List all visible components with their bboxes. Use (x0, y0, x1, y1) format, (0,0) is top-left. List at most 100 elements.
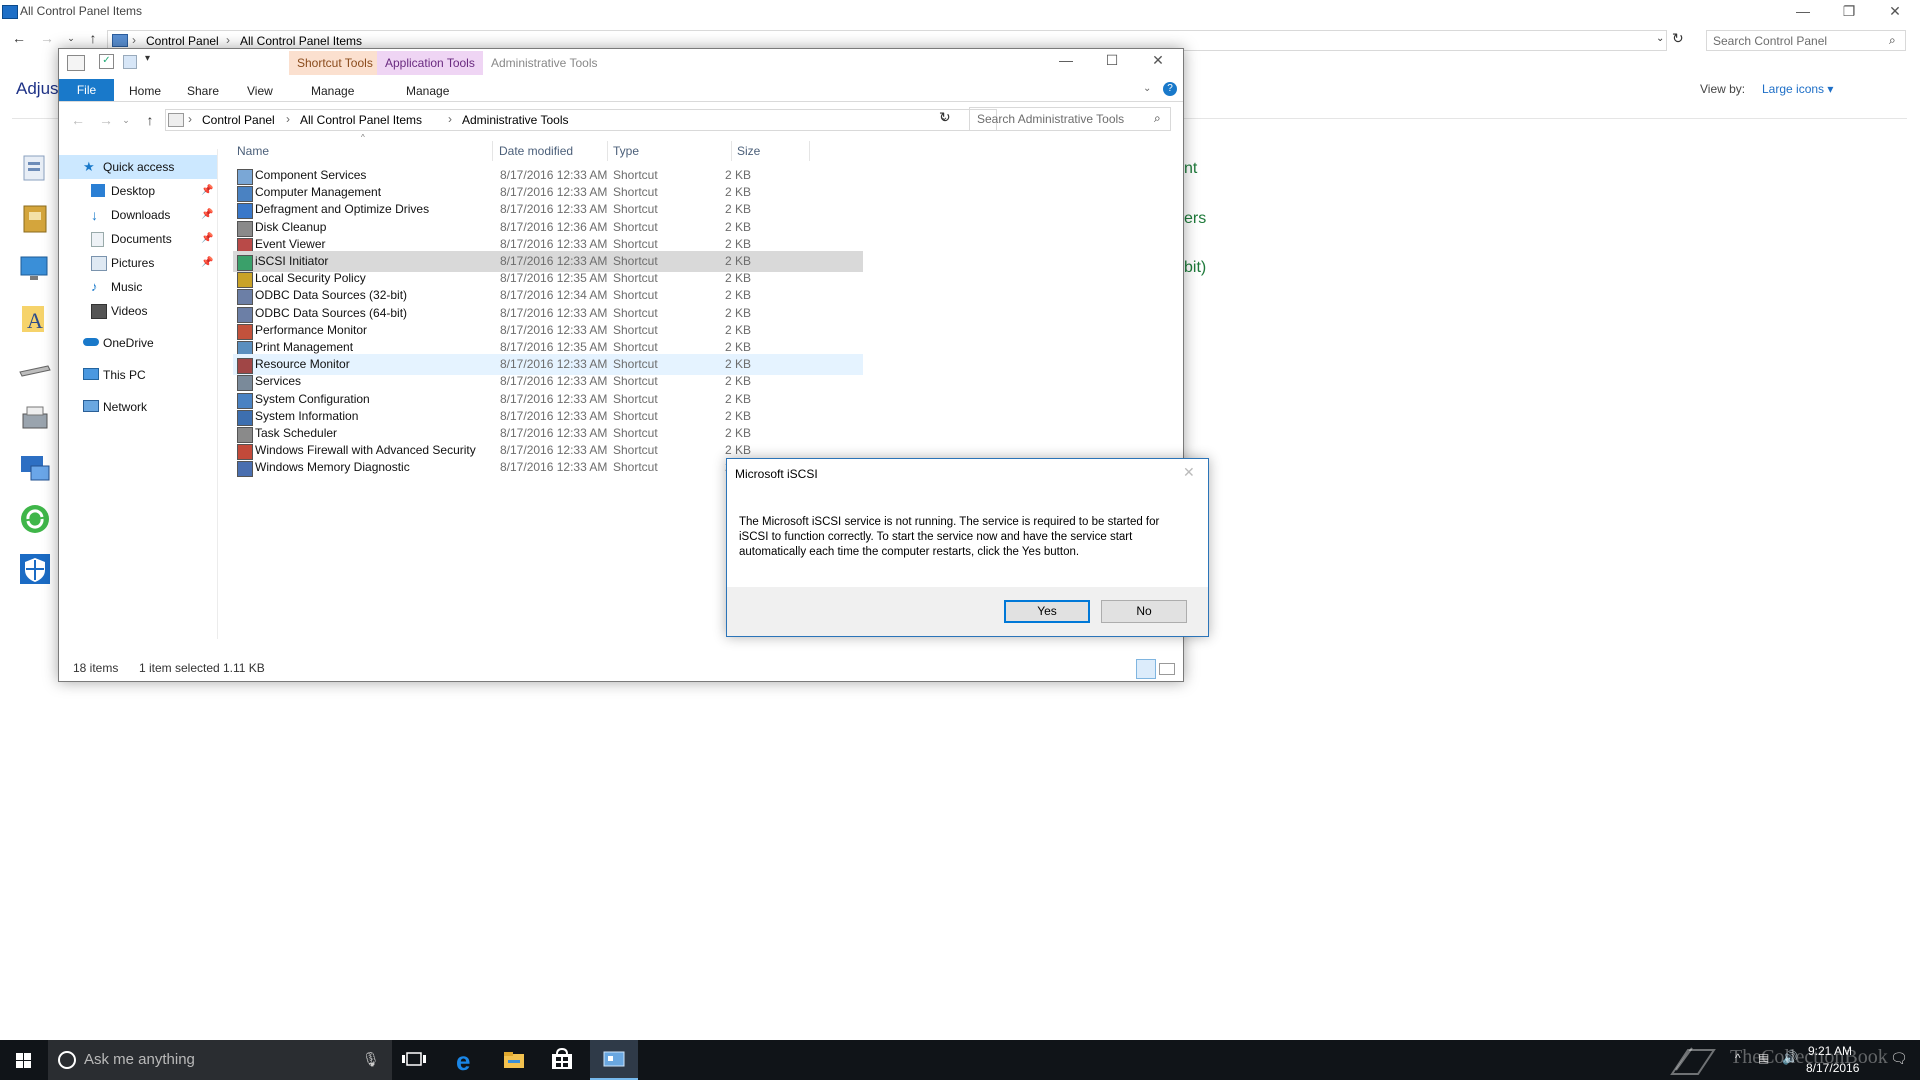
desktop-icon (91, 184, 105, 197)
context-tab-shortcut-tools: Shortcut Tools (289, 51, 381, 75)
back-arrow-icon[interactable]: ← (69, 111, 87, 129)
download-arrow-icon: ↓ (91, 207, 98, 223)
expand-ribbon-icon[interactable]: ⌄ (1143, 83, 1151, 94)
search-icon[interactable]: ⌕ (1889, 33, 1896, 48)
remoteapp-cp-icon[interactable] (18, 452, 52, 486)
maximize-icon[interactable]: ☐ (1089, 49, 1135, 73)
pin-icon[interactable]: 📌 (201, 227, 213, 251)
action-center-icon[interactable]: 🗨 (1890, 1050, 1908, 1067)
selection-count: 1 item selected (139, 661, 220, 675)
file-name: Windows Memory Diagnostic (255, 460, 410, 475)
close-icon[interactable]: ✕ (1135, 49, 1181, 73)
keyboard-cp-icon[interactable] (18, 352, 52, 386)
breadcrumb-control-panel[interactable]: Control Panel (202, 113, 275, 127)
quick-access-toolbar-dropdown-icon[interactable]: ▾ (145, 53, 150, 64)
breadcrumb-administrative-tools[interactable]: Administrative Tools (462, 113, 569, 127)
column-header-size[interactable]: Size (737, 141, 760, 161)
address-dropdown-icon[interactable]: ⌄ (1656, 33, 1664, 44)
pictures-icon (91, 256, 107, 271)
pin-icon[interactable]: 📌 (201, 251, 213, 275)
control-panel-icon (2, 5, 18, 19)
tab-view[interactable]: View (247, 81, 273, 101)
cp-item-fragment[interactable]: bit) (1184, 259, 1206, 277)
tab-share[interactable]: Share (187, 81, 219, 101)
large-icons-view-icon[interactable] (1159, 663, 1175, 675)
recent-dropdown-icon[interactable]: ⌄ (117, 111, 135, 129)
restore-icon[interactable]: ❐ (1826, 0, 1872, 24)
edge-browser-icon[interactable]: e (442, 1040, 490, 1080)
explorer-address-bar[interactable]: › Control Panel › All Control Panel Item… (165, 109, 997, 131)
search-icon[interactable]: ⌕ (1154, 111, 1161, 126)
close-icon[interactable]: ✕ (1872, 0, 1918, 24)
breadcrumb-all-items[interactable]: All Control Panel Items (300, 113, 422, 127)
column-header-type[interactable]: Type (613, 141, 639, 161)
iscsi-dialog: Microsoft iSCSI ✕ The Microsoft iSCSI se… (726, 458, 1209, 637)
tab-manage-application[interactable]: Manage (406, 81, 449, 101)
no-button[interactable]: No (1101, 600, 1187, 623)
breadcrumb-control-panel[interactable]: Control Panel (146, 34, 219, 48)
document-icon (91, 232, 104, 247)
windows-logo-icon (16, 1053, 31, 1068)
watermark: TheCollectionBook (1730, 1046, 1888, 1068)
recent-dropdown-icon[interactable]: ⌄ (62, 29, 80, 47)
view-by-label: View by: (1700, 82, 1746, 96)
column-header-date-modified[interactable]: Date modified (499, 141, 573, 161)
security-cp-icon[interactable] (18, 552, 52, 586)
properties-check-icon[interactable]: ✓ (99, 54, 114, 69)
backup-cp-icon[interactable] (18, 202, 52, 236)
up-arrow-icon[interactable]: ↑ (84, 29, 102, 47)
minimize-icon[interactable]: — (1780, 0, 1826, 24)
yes-button[interactable]: Yes (1004, 600, 1090, 623)
item-count: 18 items (73, 661, 119, 675)
pin-icon[interactable]: 📌 (201, 203, 213, 227)
task-view-icon[interactable] (392, 1040, 440, 1080)
close-icon[interactable]: ✕ (1183, 464, 1195, 481)
refresh-icon[interactable]: ↻ (1672, 30, 1684, 47)
cortana-search-box[interactable]: Ask me anything 🎙 (48, 1040, 392, 1080)
control-panel-taskbar-icon[interactable] (590, 1040, 638, 1080)
sort-up-icon: ^ (361, 133, 365, 142)
new-folder-icon[interactable] (123, 55, 137, 69)
fonts-cp-icon[interactable]: A (18, 302, 52, 336)
start-button[interactable] (0, 1040, 48, 1080)
details-view-icon[interactable] (1136, 659, 1156, 679)
taskbar: Ask me anything 🎙 e ^ ▤ 🔊 9:21 AM 8/17/2… (0, 1040, 1920, 1080)
nav-item-quick-access[interactable]: ★ Quick access (59, 155, 217, 179)
file-list-header: Name ^ Date modified Type Size (233, 133, 873, 161)
computer-icon (83, 368, 99, 380)
file-type: Shortcut (613, 460, 658, 475)
tab-manage-shortcut[interactable]: Manage (311, 81, 354, 101)
cp-item-fragment[interactable]: nt (1184, 160, 1197, 178)
explorer-search-input[interactable]: Search Administrative Tools ⌕ (969, 107, 1171, 131)
navigation-pane: ★ Quick access Desktop 📌 ↓ Downloads 📌 D… (59, 149, 218, 639)
cloud-icon (83, 338, 99, 346)
forward-arrow-icon[interactable]: → (38, 29, 56, 47)
file-date: 8/17/2016 12:33 AM (500, 460, 608, 475)
back-arrow-icon[interactable]: ← (10, 29, 28, 47)
pin-icon[interactable]: 📌 (201, 179, 213, 203)
view-by-dropdown[interactable]: Large icons ▾ (1762, 82, 1833, 96)
store-icon[interactable] (538, 1040, 586, 1080)
dialog-title: Microsoft iSCSI (735, 467, 818, 481)
admin-tools-cp-icon[interactable] (18, 152, 52, 186)
minimize-icon[interactable]: — (1043, 49, 1089, 73)
up-arrow-icon[interactable]: ↑ (141, 111, 159, 129)
tab-file[interactable]: File (59, 79, 114, 101)
music-note-icon: ♪ (91, 279, 98, 294)
cp-item-fragment[interactable]: ers (1184, 210, 1206, 228)
sync-center-cp-icon[interactable] (18, 502, 52, 536)
column-header-name[interactable]: Name (237, 141, 269, 161)
control-panel-small-icon (112, 34, 128, 47)
forward-arrow-icon[interactable]: → (97, 111, 115, 129)
dialog-message: The Microsoft iSCSI service is not runni… (739, 516, 1160, 558)
star-icon: ★ (83, 159, 95, 174)
refresh-icon[interactable]: ↻ (939, 109, 951, 126)
breadcrumb-all-items[interactable]: All Control Panel Items (240, 34, 362, 48)
control-panel-search-input[interactable]: Search Control Panel ⌕ (1706, 30, 1906, 51)
printer-cp-icon[interactable] (18, 402, 52, 436)
help-icon[interactable]: ? (1163, 82, 1177, 96)
microphone-icon[interactable]: 🎙 (362, 1051, 380, 1068)
display-cp-icon[interactable] (18, 252, 52, 286)
file-explorer-icon[interactable] (490, 1040, 538, 1080)
tab-home[interactable]: Home (129, 81, 161, 101)
